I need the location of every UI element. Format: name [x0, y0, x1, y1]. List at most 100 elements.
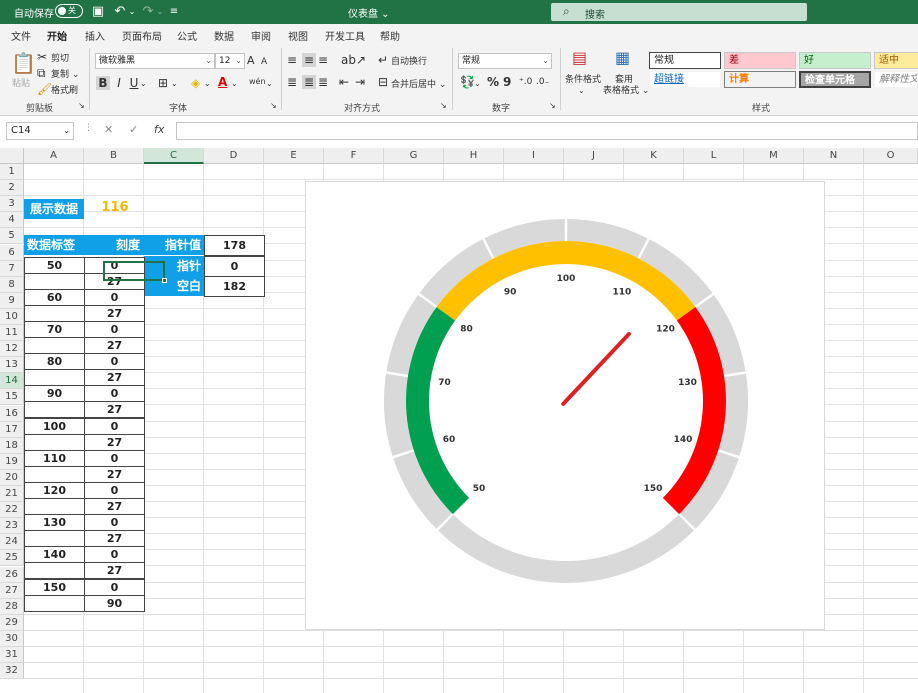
scale-cell[interactable]: 27 — [84, 369, 145, 386]
undo-dropdown-icon[interactable]: ⌄ — [124, 4, 140, 20]
style-normal[interactable]: 常规 — [649, 52, 721, 69]
label-cell[interactable] — [24, 466, 85, 483]
column-header-f[interactable]: F — [324, 148, 384, 164]
label-cell[interactable]: 50 — [24, 257, 85, 274]
scale-cell[interactable]: 0 — [84, 482, 145, 499]
label-cell[interactable] — [24, 530, 85, 547]
column-header-k[interactable]: K — [624, 148, 684, 164]
column-header-d[interactable]: D — [204, 148, 264, 164]
phonetic-icon[interactable]: wén — [249, 75, 266, 89]
column-header-i[interactable]: I — [504, 148, 564, 164]
number-launcher-icon[interactable]: ↘ — [549, 99, 556, 113]
chevron-down-icon[interactable]: ⌄ — [474, 77, 481, 91]
column-header-j[interactable]: J — [564, 148, 624, 164]
select-all-corner[interactable] — [0, 148, 24, 164]
label-cell[interactable]: 140 — [24, 546, 85, 563]
scale-cell[interactable]: 0 — [84, 546, 145, 563]
scale-cell[interactable]: 27 — [84, 434, 145, 451]
pointer-label-cell[interactable]: 指针值 — [144, 235, 204, 255]
row-header-13[interactable]: 13 — [0, 357, 24, 373]
label-cell[interactable]: 90 — [24, 385, 85, 402]
label-cell[interactable]: 80 — [24, 353, 85, 370]
tab-file[interactable]: 文件 — [11, 28, 31, 43]
row-header-28[interactable]: 28 — [0, 599, 24, 615]
paste-icon[interactable]: 📋 — [11, 52, 36, 74]
chevron-down-icon[interactable]: ⌄ — [578, 84, 585, 98]
save-icon[interactable]: ▣ — [90, 4, 106, 20]
row-header-20[interactable]: 20 — [0, 470, 24, 486]
format-painter-icon[interactable]: 🖌 — [37, 82, 52, 96]
pointer-value-cell[interactable]: 178 — [204, 235, 265, 256]
tab-home[interactable]: 开始 — [47, 28, 67, 43]
scale-cell[interactable]: 0 — [84, 418, 145, 435]
tab-developer[interactable]: 开发工具 — [325, 28, 365, 43]
conditional-format-icon[interactable]: ▤ — [572, 51, 587, 65]
label-cell[interactable]: 100 — [24, 418, 85, 435]
scale-cell[interactable]: 27 — [84, 401, 145, 418]
label-cell[interactable] — [24, 273, 85, 290]
search-box[interactable]: ⌕ 搜索 — [551, 3, 807, 21]
scale-cell[interactable]: 0 — [84, 321, 145, 338]
align-top-icon[interactable]: ≡ — [287, 53, 297, 67]
pointer-value-cell[interactable]: 182 — [204, 276, 265, 297]
paste-button[interactable]: 粘贴 — [12, 76, 30, 89]
scale-cell[interactable]: 0 — [84, 353, 145, 370]
increase-indent-icon[interactable]: ⇥ — [355, 75, 365, 89]
customize-toolbar-icon[interactable]: ≡ — [166, 4, 182, 20]
scale-cell[interactable]: 27 — [84, 530, 145, 547]
label-cell[interactable]: 110 — [24, 450, 85, 467]
label-cell[interactable] — [24, 434, 85, 451]
tab-view[interactable]: 视图 — [288, 28, 308, 43]
chevron-down-icon[interactable]: ⌄ — [231, 77, 238, 91]
align-left-icon[interactable]: ≣ — [287, 75, 297, 89]
label-cell[interactable]: 150 — [24, 579, 85, 596]
align-right-icon[interactable]: ≣ — [318, 75, 328, 89]
currency-icon[interactable]: 💱 — [460, 75, 475, 89]
document-title[interactable]: 仪表盘 ⌄ — [348, 5, 390, 20]
wrap-text-icon[interactable]: ↵ — [378, 53, 388, 67]
header-data-label[interactable]: 数据标签 — [24, 235, 84, 255]
align-center-icon[interactable]: ≣ — [302, 75, 316, 89]
border-icon[interactable]: ⊞ — [158, 76, 168, 90]
tab-formulas[interactable]: 公式 — [177, 28, 197, 43]
column-header-a[interactable]: A — [24, 148, 84, 164]
row-header-2[interactable]: 2 — [0, 180, 24, 196]
merge-center-button[interactable]: 合并后居中 ⌄ — [391, 77, 446, 90]
scale-cell[interactable]: 27 — [84, 305, 145, 322]
insert-function-icon[interactable]: fx — [154, 123, 164, 136]
pointer-value-cell[interactable]: 0 — [204, 256, 265, 277]
row-header-5[interactable]: 5 — [0, 228, 24, 244]
display-data-label[interactable]: 展示数据 — [24, 199, 84, 219]
row-header-18[interactable]: 18 — [0, 438, 24, 454]
orientation-icon[interactable]: ab↗ — [341, 53, 366, 67]
header-scale[interactable]: 刻度 — [84, 235, 144, 255]
name-box[interactable]: C14⌄ — [6, 122, 74, 140]
column-header-o[interactable]: O — [864, 148, 918, 164]
row-header-32[interactable]: 32 — [0, 663, 24, 679]
row-header-30[interactable]: 30 — [0, 631, 24, 647]
scale-cell[interactable]: 27 — [84, 337, 145, 354]
column-header-m[interactable]: M — [744, 148, 804, 164]
row-header-19[interactable]: 19 — [0, 454, 24, 470]
column-header-g[interactable]: G — [384, 148, 444, 164]
number-format-select[interactable]: 常规⌄ — [458, 53, 552, 69]
scale-cell[interactable]: 0 — [84, 579, 145, 596]
table-format-button-line2[interactable]: 表格格式 ⌄ — [603, 83, 649, 96]
chevron-down-icon[interactable]: ⌄ — [171, 77, 178, 91]
tab-insert[interactable]: 插入 — [85, 28, 105, 43]
label-cell[interactable]: 120 — [24, 482, 85, 499]
increase-decimal-icon[interactable]: ⁺.0 — [519, 75, 532, 89]
alignment-launcher-icon[interactable]: ↘ — [440, 99, 447, 113]
align-bottom-icon[interactable]: ≡ — [318, 53, 328, 67]
decrease-indent-icon[interactable]: ⇤ — [339, 75, 349, 89]
row-header-10[interactable]: 10 — [0, 309, 24, 325]
merge-center-icon[interactable]: ⊟ — [378, 75, 388, 89]
row-header-11[interactable]: 11 — [0, 325, 24, 341]
style-good[interactable]: 好 — [799, 52, 871, 69]
cancel-icon[interactable]: ✕ — [104, 123, 113, 136]
row-header-12[interactable]: 12 — [0, 341, 24, 357]
scale-cell[interactable]: 0 — [84, 514, 145, 531]
format-painter-button[interactable]: 格式刷 — [51, 83, 78, 96]
font-color-icon[interactable]: A — [218, 75, 227, 89]
scale-cell[interactable]: 27 — [84, 562, 145, 579]
